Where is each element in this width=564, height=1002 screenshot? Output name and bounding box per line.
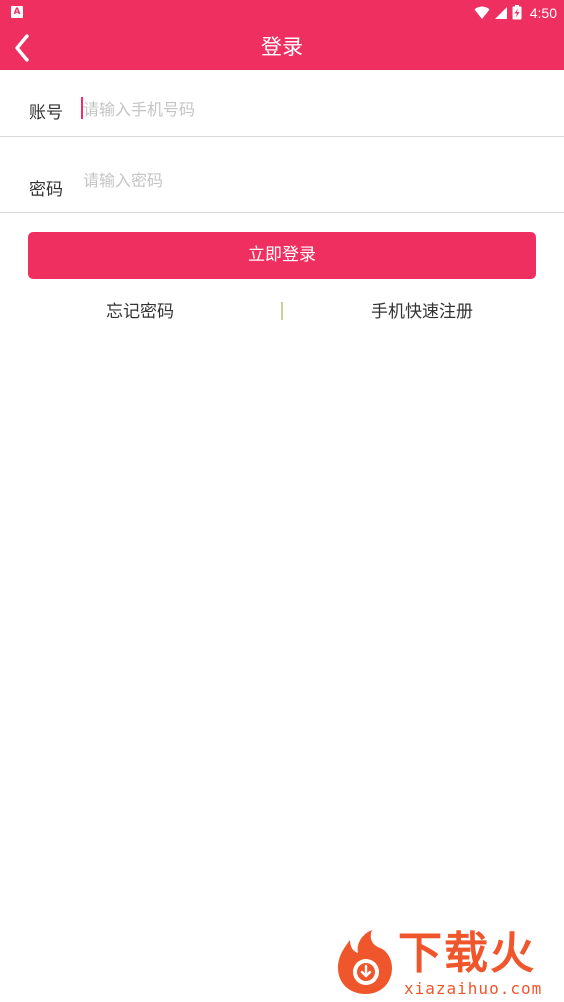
app-bar: 登录	[0, 25, 564, 70]
watermark-brand: 下载火	[398, 928, 536, 979]
link-divider	[281, 302, 283, 320]
forgot-password-link[interactable]: 忘记密码	[40, 300, 240, 324]
text-cursor	[81, 97, 83, 119]
phone-number-input[interactable]	[81, 94, 523, 124]
login-button[interactable]: 立即登录	[28, 232, 536, 279]
quick-register-link[interactable]: 手机快速注册	[322, 300, 522, 324]
signal-icon	[494, 6, 507, 19]
status-bar-indicators: 4:50	[474, 0, 557, 25]
password-row: 密码	[0, 137, 564, 213]
status-bar: A 4:50	[0, 0, 564, 25]
page-title: 登录	[261, 35, 303, 59]
flame-download-icon	[338, 930, 392, 994]
account-label: 账号	[29, 103, 63, 123]
battery-charging-icon	[512, 5, 522, 20]
watermark-logo: 下载火 xiazaihuo.com	[330, 926, 560, 1000]
app-notification-icon: A	[11, 6, 23, 18]
watermark-url: xiazaihuo.com	[404, 979, 543, 998]
account-row: 账号	[0, 71, 564, 137]
clock: 4:50	[529, 4, 557, 21]
password-label: 密码	[29, 180, 63, 200]
password-input[interactable]	[81, 165, 523, 195]
wifi-icon	[474, 6, 490, 19]
